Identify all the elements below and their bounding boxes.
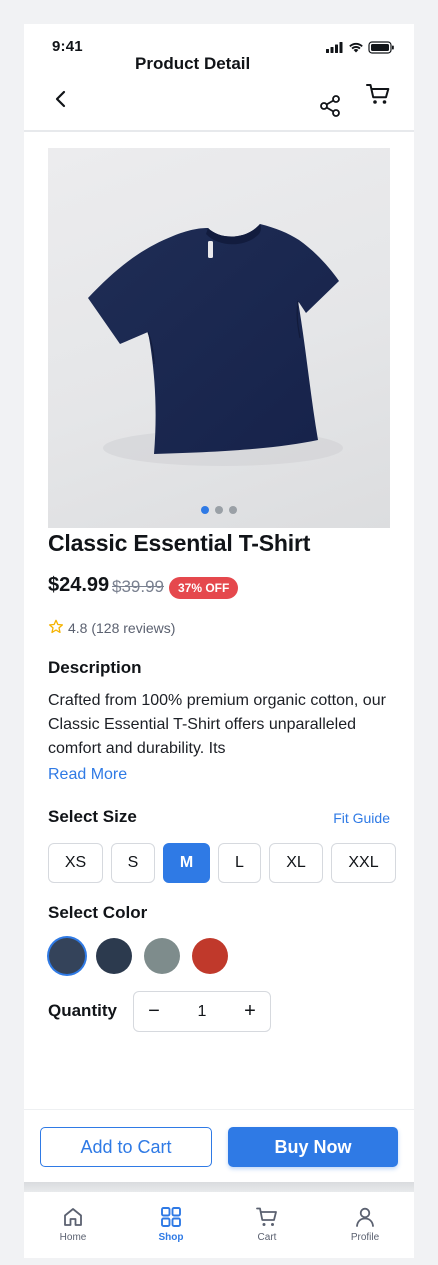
back-chevron-icon[interactable] xyxy=(48,86,74,112)
signal-icon xyxy=(326,42,343,53)
quantity-plus-button[interactable]: + xyxy=(230,992,270,1031)
carousel-dot[interactable] xyxy=(201,506,209,514)
fit-guide-link[interactable]: Fit Guide xyxy=(333,808,390,828)
size-option-s[interactable]: S xyxy=(111,843,155,883)
color-swatch[interactable] xyxy=(192,938,228,974)
tab-cart[interactable]: Cart xyxy=(218,1192,316,1258)
product-title: Classic Essential T-Shirt xyxy=(48,530,311,556)
battery-icon xyxy=(368,41,394,54)
color-swatch[interactable] xyxy=(49,938,85,974)
wifi-icon xyxy=(349,42,363,53)
size-option-l[interactable]: L xyxy=(218,843,261,883)
discount-badge: 37% OFF xyxy=(169,577,239,599)
size-option-xs[interactable]: XS xyxy=(48,843,103,883)
tab-label: Cart xyxy=(257,1232,277,1243)
tab-label: Shop xyxy=(158,1232,184,1243)
page-title: Product Detail xyxy=(135,54,251,73)
current-price: $24.99 xyxy=(48,574,110,596)
quantity-stepper: − 1 + xyxy=(133,991,271,1032)
share-icon[interactable] xyxy=(318,94,342,118)
grid-icon xyxy=(161,1207,181,1227)
color-swatch[interactable] xyxy=(96,938,132,974)
carousel-dot[interactable] xyxy=(215,506,223,514)
description-text: Crafted from 100% premium organic cotton… xyxy=(48,692,386,757)
read-more-link[interactable]: Read More xyxy=(48,764,127,786)
tab-shop[interactable]: Shop xyxy=(122,1192,220,1258)
carousel-dots xyxy=(48,506,390,514)
quantity-minus-button[interactable]: − xyxy=(134,992,174,1031)
app-header xyxy=(24,68,414,132)
rating-text: 4.8 (128 reviews) xyxy=(68,620,176,636)
color-heading: Select Color xyxy=(48,903,148,922)
tab-profile[interactable]: Profile xyxy=(316,1192,414,1258)
action-bar: Add to Cart Buy Now xyxy=(24,1110,414,1182)
cart-icon xyxy=(256,1207,277,1226)
tshirt-illustration xyxy=(88,224,343,466)
original-price: $39.99 xyxy=(112,577,164,596)
home-icon xyxy=(64,1208,82,1226)
status-time: 9:41 xyxy=(52,38,83,55)
size-heading: Select Size xyxy=(48,807,137,826)
status-icons xyxy=(326,41,394,54)
user-icon xyxy=(356,1207,374,1227)
header-cart-icon[interactable] xyxy=(364,81,392,107)
size-option-xl[interactable]: XL xyxy=(269,843,323,883)
tab-label: Profile xyxy=(350,1232,380,1243)
star-outline-icon xyxy=(48,619,64,634)
product-image[interactable] xyxy=(48,148,390,528)
quantity-value[interactable]: 1 xyxy=(174,992,230,1031)
color-swatch[interactable] xyxy=(144,938,180,974)
quantity-label: Quantity xyxy=(48,1001,117,1020)
phone-screen: 9:41 Product Detail Classic Essential T-… xyxy=(24,24,414,1258)
carousel-dot[interactable] xyxy=(229,506,237,514)
tab-label: Home xyxy=(59,1232,87,1243)
tab-bar: Home Shop Cart Profile xyxy=(24,1192,414,1258)
tab-home[interactable]: Home xyxy=(24,1192,122,1258)
add-to-cart-button[interactable]: Add to Cart xyxy=(40,1127,212,1167)
buy-now-button[interactable]: Buy Now xyxy=(228,1127,398,1167)
divider xyxy=(24,1182,414,1192)
size-option-m[interactable]: M xyxy=(163,843,210,883)
size-option-xxl[interactable]: XXL xyxy=(331,843,396,883)
description-heading: Description xyxy=(48,658,142,677)
